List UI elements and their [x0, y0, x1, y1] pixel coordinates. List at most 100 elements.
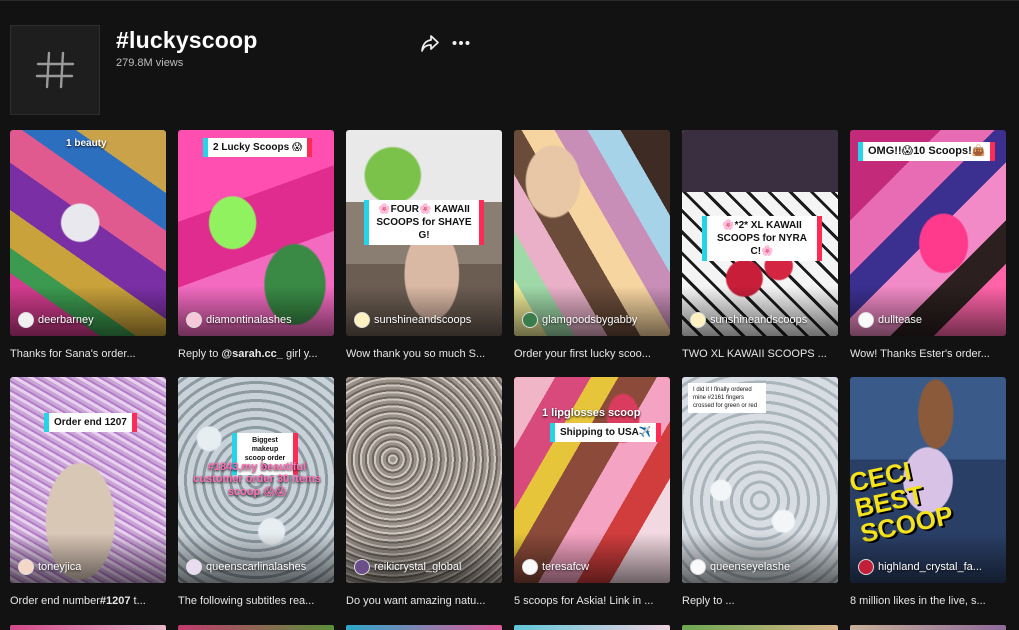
avatar	[186, 559, 202, 575]
video-thumbnail-partial[interactable]	[10, 625, 166, 630]
avatar	[522, 312, 538, 328]
avatar	[354, 312, 370, 328]
video-thumbnail-partial[interactable]	[178, 625, 334, 630]
more-options-icon[interactable]	[450, 32, 472, 54]
video-author[interactable]: deerbarney	[18, 312, 160, 328]
video-card[interactable]: 🌸*2* XL KAWAII SCOOPS for NYRA C!🌸 sunsh…	[682, 130, 838, 360]
video-thumbnail[interactable]: OMG!!😱10 Scoops!👜 dulltease	[850, 130, 1006, 336]
video-thumbnail[interactable]: I did it I finally ordered mine #2161 fi…	[682, 377, 838, 583]
video-card[interactable]: 1 beauty deerbarney Thanks for Sana's or…	[10, 130, 166, 360]
video-thumbnail[interactable]: 2 Lucky Scoops 😱 diamontinalashes	[178, 130, 334, 336]
hashtag-icon	[10, 25, 100, 115]
author-name: diamontinalashes	[206, 314, 292, 326]
video-author[interactable]: diamontinalashes	[186, 312, 328, 328]
video-caption[interactable]: Wow thank you so much S...	[346, 348, 502, 360]
video-thumbnail-partial[interactable]	[346, 625, 502, 630]
video-author[interactable]: queenseyelashe	[690, 559, 832, 575]
video-overlay-text: #1843,my beautiful customer order 30 ite…	[193, 461, 321, 498]
caption-text: Order end number	[10, 595, 100, 607]
video-author[interactable]: toneyjica	[18, 559, 160, 575]
author-name: queenseyelashe	[710, 561, 791, 573]
share-icon[interactable]	[419, 32, 441, 54]
video-thumbnail[interactable]: CECI BEST SCOOP highland_crystal_fa...	[850, 377, 1006, 583]
author-name: highland_crystal_fa...	[878, 561, 982, 573]
video-overlay-text: OMG!!😱10 Scoops!👜	[860, 142, 994, 161]
video-card[interactable]: 1 lipglosses scoop Shipping to USA✈️ ter…	[514, 377, 670, 607]
author-name: toneyjica	[38, 561, 82, 573]
video-card[interactable]: Order end 1207 toneyjica Order end numbe…	[10, 377, 166, 607]
video-card[interactable]: glamgoodsbygabby Order your first lucky …	[514, 130, 670, 360]
avatar	[522, 559, 538, 575]
video-card[interactable]: reikicrystal_global Do you want amazing …	[346, 377, 502, 607]
video-thumbnail-partial[interactable]	[850, 625, 1006, 630]
video-author[interactable]: sunshineandscoops	[354, 312, 496, 328]
caption-mention[interactable]: @sarah.cc_	[221, 348, 283, 360]
video-thumbnail-partial[interactable]	[682, 625, 838, 630]
video-card[interactable]: 🌸FOUR🌸 KAWAII SCOOPS for SHAYE G! sunshi…	[346, 130, 502, 360]
page-title: #luckyscoop	[116, 27, 258, 53]
video-overlay-text: 1 lipglosses scoop	[542, 407, 641, 419]
video-overlay-text: 1 beauty	[66, 138, 107, 149]
video-caption[interactable]: 5 scoops for Askia! Link in ...	[514, 595, 670, 607]
author-name: queenscarlinalashes	[206, 561, 307, 573]
video-thumbnail-partial[interactable]	[514, 625, 670, 630]
video-caption[interactable]: Reply to ...	[682, 595, 838, 607]
author-name: sunshineandscoops	[710, 314, 808, 326]
video-caption[interactable]: Order end number#1207 t...	[10, 595, 166, 607]
avatar	[18, 559, 34, 575]
video-thumbnail[interactable]: 🌸*2* XL KAWAII SCOOPS for NYRA C!🌸 sunsh…	[682, 130, 838, 336]
video-author[interactable]: queenscarlinalashes	[186, 559, 328, 575]
caption-text: Reply to	[178, 348, 222, 360]
top-divider	[0, 0, 1019, 1]
author-name: teresafcw	[542, 561, 590, 573]
video-caption[interactable]: Thanks for Sana's order...	[10, 348, 166, 360]
video-overlay-text: Order end 1207	[46, 413, 135, 432]
author-name: glamgoodsbygabby	[542, 314, 638, 326]
video-card[interactable]: Biggest makeup scoop order😱 #1843,my bea…	[178, 377, 334, 607]
author-name: deerbarney	[38, 314, 94, 326]
video-caption[interactable]: 8 million likes in the live, s...	[850, 595, 1006, 607]
video-overlay-text: 🌸FOUR🌸 KAWAII SCOOPS for SHAYE G!	[366, 200, 482, 245]
author-name: reikicrystal_global	[374, 561, 462, 573]
video-caption[interactable]: TWO XL KAWAII SCOOPS ...	[682, 348, 838, 360]
video-overlay-text: 🌸*2* XL KAWAII SCOOPS for NYRA C!🌸	[704, 216, 820, 261]
avatar	[858, 559, 874, 575]
avatar	[690, 312, 706, 328]
video-author[interactable]: reikicrystal_global	[354, 559, 496, 575]
video-author[interactable]: sunshineandscoops	[690, 312, 832, 328]
video-thumbnail[interactable]: reikicrystal_global	[346, 377, 502, 583]
video-card[interactable]: CECI BEST SCOOP highland_crystal_fa... 8…	[850, 377, 1006, 607]
video-author[interactable]: dulltease	[858, 312, 1000, 328]
video-caption[interactable]: Reply to @sarah.cc_ girl y...	[178, 348, 334, 360]
video-thumbnail[interactable]: 1 lipglosses scoop Shipping to USA✈️ ter…	[514, 377, 670, 583]
video-thumbnail[interactable]: 1 beauty deerbarney	[10, 130, 166, 336]
video-overlay-text: Shipping to USA✈️	[552, 423, 660, 442]
video-card[interactable]: OMG!!😱10 Scoops!👜 dulltease Wow! Thanks …	[850, 130, 1006, 360]
view-count: 279.8M views	[116, 57, 184, 69]
video-author[interactable]: teresafcw	[522, 559, 664, 575]
video-card[interactable]: I did it I finally ordered mine #2161 fi…	[682, 377, 838, 607]
video-card[interactable]: 2 Lucky Scoops 😱 diamontinalashes Reply …	[178, 130, 334, 360]
avatar	[186, 312, 202, 328]
caption-text: girl y...	[282, 348, 318, 360]
video-author[interactable]: glamgoodsbygabby	[522, 312, 664, 328]
video-thumbnail[interactable]: Order end 1207 toneyjica	[10, 377, 166, 583]
video-thumbnail[interactable]: Biggest makeup scoop order😱 #1843,my bea…	[178, 377, 334, 583]
video-overlay-text: 2 Lucky Scoops 😱	[205, 138, 311, 157]
avatar	[354, 559, 370, 575]
video-caption[interactable]: The following subtitles rea...	[178, 595, 334, 607]
author-name: dulltease	[878, 314, 923, 326]
caption-text: t...	[130, 595, 146, 607]
video-caption[interactable]: Wow! Thanks Ester's order...	[850, 348, 1006, 360]
avatar	[858, 312, 874, 328]
video-overlay-text: I did it I finally ordered mine #2161 fi…	[688, 383, 766, 413]
video-thumbnail[interactable]: 🌸FOUR🌸 KAWAII SCOOPS for SHAYE G! sunshi…	[346, 130, 502, 336]
avatar	[18, 312, 34, 328]
video-caption[interactable]: Do you want amazing natu...	[346, 595, 502, 607]
video-thumbnail[interactable]: glamgoodsbygabby	[514, 130, 670, 336]
author-name: sunshineandscoops	[374, 314, 472, 326]
video-author[interactable]: highland_crystal_fa...	[858, 559, 1000, 575]
video-caption[interactable]: Order your first lucky scoo...	[514, 348, 670, 360]
avatar	[690, 559, 706, 575]
caption-hashtag[interactable]: #1207	[100, 595, 131, 607]
